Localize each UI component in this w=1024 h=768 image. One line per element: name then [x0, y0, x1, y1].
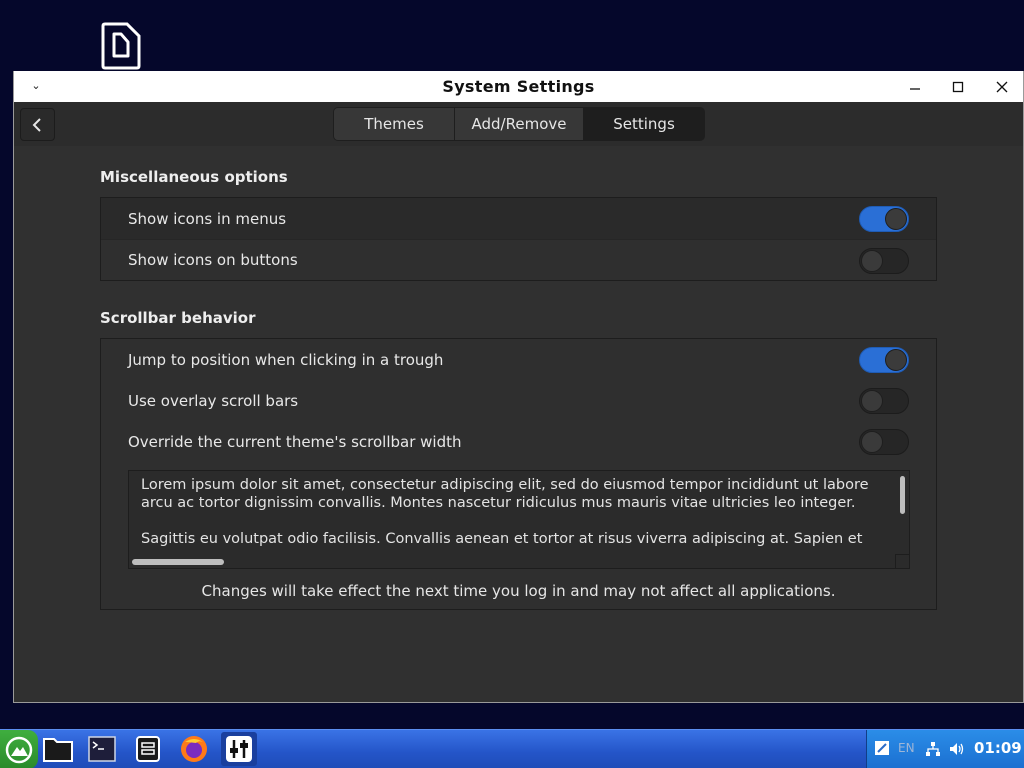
- taskbar: EN 01:09: [0, 729, 1024, 768]
- taskbar-terminal[interactable]: [84, 732, 120, 766]
- minimize-button[interactable]: [904, 76, 926, 98]
- close-icon: [996, 81, 1008, 93]
- archive-icon: [136, 736, 160, 762]
- option-label: Show icons in menus: [128, 209, 287, 228]
- terminal-icon: [88, 736, 116, 762]
- minimize-icon: [910, 88, 920, 90]
- preview-text: Lorem ipsum dolor sit amet, consectetur …: [141, 476, 889, 566]
- taskbar-firefox[interactable]: [176, 732, 212, 766]
- title-bar: ⌄ System Settings: [14, 71, 1023, 102]
- option-label: Jump to position when clicking in a trou…: [128, 350, 444, 369]
- settings-window: ⌄ System Settings Themes Add/Remove Sett…: [13, 71, 1024, 703]
- tab-themes[interactable]: Themes: [334, 108, 455, 140]
- network-icon[interactable]: [925, 741, 941, 757]
- preview-line: Lorem ipsum dolor sit amet, consectetur …: [141, 477, 869, 493]
- misc-options-group: Show icons in menus Show icons on button…: [100, 197, 937, 281]
- option-jump-to-position[interactable]: Jump to position when clicking in a trou…: [101, 339, 936, 380]
- overlay-scroll-bars-switch[interactable]: [859, 388, 909, 414]
- tab-settings[interactable]: Settings: [584, 108, 704, 140]
- folder-icon: [43, 738, 73, 762]
- header-bar: Themes Add/Remove Settings: [14, 102, 1023, 146]
- start-logo-icon: [5, 736, 33, 763]
- start-button[interactable]: [0, 730, 38, 768]
- view-switcher: Themes Add/Remove Settings: [333, 107, 705, 141]
- settings-icon: [226, 736, 252, 762]
- volume-icon[interactable]: [949, 741, 965, 757]
- option-label: Override the current theme's scrollbar w…: [128, 432, 462, 451]
- jump-to-position-switch[interactable]: [859, 347, 909, 373]
- option-override-scrollbar-width[interactable]: Override the current theme's scrollbar w…: [101, 421, 936, 462]
- option-label: Show icons on buttons: [128, 251, 298, 269]
- misc-section-title: Miscellaneous options: [100, 168, 288, 186]
- taskbar-file-manager[interactable]: [40, 732, 76, 766]
- horizontal-scrollbar-thumb[interactable]: [132, 559, 224, 565]
- maximize-button[interactable]: [947, 76, 969, 98]
- option-show-icons-on-buttons[interactable]: Show icons on buttons: [101, 239, 936, 280]
- option-overlay-scroll-bars[interactable]: Use overlay scroll bars: [101, 380, 936, 421]
- option-label: Use overlay scroll bars: [128, 391, 299, 410]
- preview-line: arcu ac tortor dignissim convallis. Mont…: [141, 495, 856, 511]
- taskbar-settings[interactable]: [221, 732, 257, 766]
- override-scrollbar-width-switch[interactable]: [859, 429, 909, 455]
- show-icons-on-buttons-switch[interactable]: [859, 248, 909, 274]
- preview-line: Sagittis eu volutpat odio facilisis. Con…: [141, 531, 863, 547]
- show-icons-in-menus-switch[interactable]: [859, 206, 909, 232]
- chevron-left-icon: [32, 117, 41, 132]
- scrollbar-preview[interactable]: Lorem ipsum dolor sit amet, consectetur …: [128, 470, 910, 569]
- firefox-icon: [181, 736, 207, 762]
- taskbar-archive[interactable]: [130, 732, 166, 766]
- clipboard-icon[interactable]: [874, 740, 890, 756]
- close-button[interactable]: [991, 76, 1013, 98]
- restart-note: Changes will take effect the next time y…: [201, 582, 836, 600]
- scroll-corner: [895, 554, 909, 568]
- scrollbar-options-group: Jump to position when clicking in a trou…: [100, 338, 937, 610]
- scrollbar-section-title: Scrollbar behavior: [100, 309, 256, 327]
- keyboard-layout[interactable]: EN: [898, 741, 915, 755]
- desktop-file-icon[interactable]: [101, 22, 141, 70]
- option-show-icons-in-menus[interactable]: Show icons in menus: [101, 198, 936, 239]
- system-tray: EN 01:09: [866, 730, 1024, 768]
- window-title: System Settings: [442, 77, 595, 96]
- maximize-icon: [952, 81, 964, 93]
- clock[interactable]: 01:09: [974, 739, 1022, 757]
- vertical-scrollbar-thumb[interactable]: [900, 476, 905, 514]
- back-button[interactable]: [20, 108, 55, 141]
- tab-add-remove[interactable]: Add/Remove: [455, 108, 584, 140]
